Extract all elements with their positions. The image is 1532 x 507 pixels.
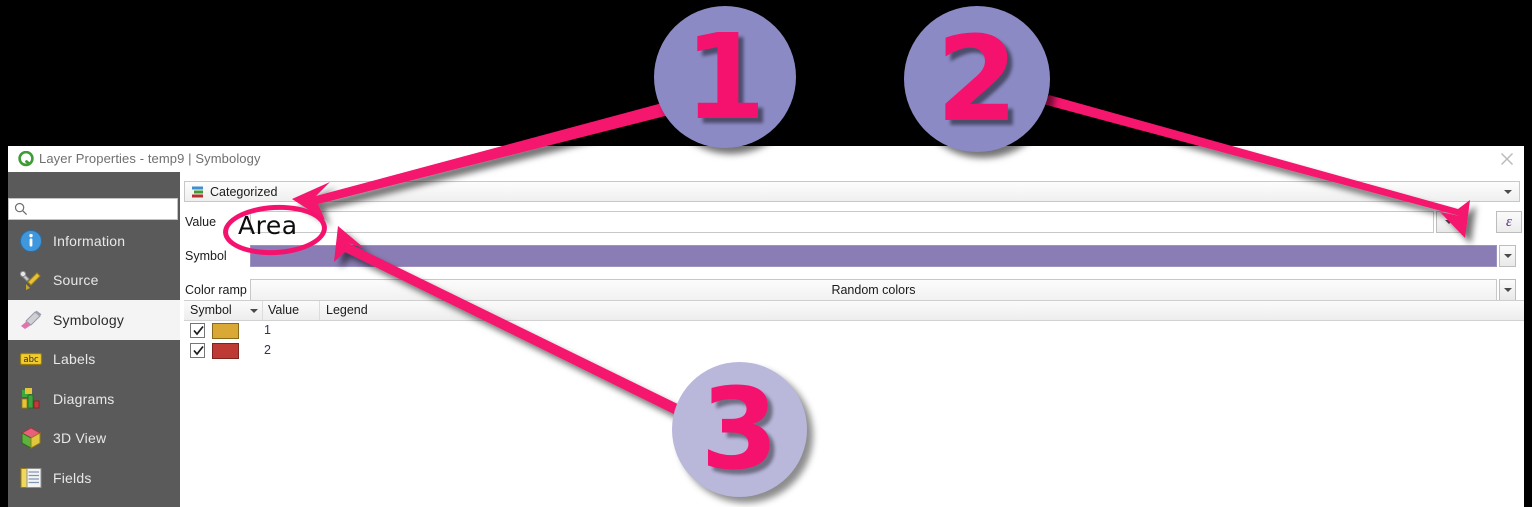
column-header-value[interactable]: Value bbox=[268, 303, 299, 317]
sort-caret-icon[interactable] bbox=[250, 309, 258, 313]
close-icon[interactable] bbox=[1496, 149, 1518, 169]
sidebar-item-label: Information bbox=[53, 232, 126, 249]
row-color-swatch[interactable] bbox=[212, 323, 239, 339]
table-row[interactable]: 2 bbox=[184, 341, 1524, 361]
sidebar-item-label: Fields bbox=[53, 469, 92, 486]
renderer-type-combobox[interactable]: Categorized bbox=[184, 181, 1520, 202]
chevron-down-icon bbox=[1503, 254, 1512, 258]
renderer-type-label: Categorized bbox=[210, 185, 278, 199]
sidebar-item-label: Symbology bbox=[53, 311, 125, 328]
column-header-symbol[interactable]: Symbol bbox=[190, 303, 232, 317]
value-row: Value ε bbox=[180, 211, 1524, 235]
symbology-brush-icon bbox=[18, 307, 44, 333]
table-row[interactable]: 1 bbox=[184, 321, 1524, 341]
sidebar-item-source[interactable]: Source bbox=[8, 261, 180, 301]
symbol-dropdown-button[interactable] bbox=[1499, 245, 1516, 267]
value-label: Value bbox=[185, 215, 217, 229]
column-divider[interactable] bbox=[262, 301, 263, 320]
sidebar-item-diagrams[interactable]: Diagrams bbox=[8, 379, 180, 419]
layer-properties-dialog: Layer Properties - temp9 | Symbology Inf… bbox=[8, 146, 1524, 507]
information-icon bbox=[18, 228, 44, 254]
dialog-titlebar: Layer Properties - temp9 | Symbology bbox=[8, 146, 1524, 172]
labels-abc-icon: abc bbox=[18, 346, 44, 372]
dialog-sidebar: Information Source Symbology abc Labels … bbox=[8, 172, 180, 507]
sidebar-item-label: Diagrams bbox=[53, 390, 115, 407]
symbol-preview-button[interactable] bbox=[250, 245, 1497, 267]
row-checkbox[interactable] bbox=[190, 323, 205, 338]
row-color-swatch[interactable] bbox=[212, 343, 239, 359]
sidebar-search[interactable] bbox=[8, 198, 178, 220]
chevron-down-icon bbox=[1445, 220, 1453, 224]
search-input[interactable] bbox=[31, 201, 175, 220]
chevron-down-icon[interactable] bbox=[1504, 190, 1512, 194]
color-ramp-text: Random colors bbox=[831, 283, 916, 297]
symbol-row: Symbol bbox=[180, 245, 1524, 269]
search-icon bbox=[14, 202, 28, 216]
fields-table-icon bbox=[18, 465, 44, 491]
sidebar-item-3d-view[interactable]: 3D View bbox=[8, 419, 180, 459]
symbol-label: Symbol bbox=[185, 249, 227, 263]
value-field-dropdown-button[interactable] bbox=[1436, 211, 1462, 233]
column-divider[interactable] bbox=[319, 301, 320, 320]
source-icon bbox=[18, 267, 44, 293]
diagrams-chart-icon bbox=[18, 386, 44, 412]
symbology-panel: Categorized Value ε Symbol Color ramp Ra… bbox=[180, 172, 1524, 507]
3d-view-cube-icon bbox=[18, 425, 44, 451]
sidebar-item-information[interactable]: Information bbox=[8, 221, 180, 261]
qgis-q-icon bbox=[18, 151, 34, 167]
row-checkbox[interactable] bbox=[190, 343, 205, 358]
color-ramp-dropdown-button[interactable] bbox=[1499, 279, 1516, 301]
sidebar-nav-list: Information Source Symbology abc Labels … bbox=[8, 221, 180, 507]
row-value: 1 bbox=[264, 323, 271, 337]
sidebar-item-label: 3D View bbox=[53, 430, 107, 447]
dialog-title: Layer Properties - temp9 | Symbology bbox=[39, 151, 261, 166]
column-header-legend[interactable]: Legend bbox=[326, 303, 368, 317]
sidebar-item-label: Labels bbox=[53, 351, 96, 368]
row-value: 2 bbox=[264, 343, 271, 357]
sidebar-item-labels[interactable]: abc Labels bbox=[8, 340, 180, 380]
sidebar-item-attributes-form[interactable]: Attributes Form bbox=[8, 498, 180, 507]
value-expression-button[interactable]: ε bbox=[1496, 211, 1522, 233]
categorized-icon bbox=[192, 186, 203, 198]
svg-text:abc: abc bbox=[23, 355, 39, 365]
sidebar-item-label: Source bbox=[53, 272, 99, 289]
color-ramp-label: Color ramp bbox=[185, 283, 247, 297]
chevron-down-icon bbox=[1503, 288, 1512, 292]
categories-table: Symbol Value Legend 1 2 bbox=[184, 300, 1524, 507]
sidebar-item-symbology[interactable]: Symbology bbox=[8, 300, 180, 340]
sidebar-item-fields[interactable]: Fields bbox=[8, 458, 180, 498]
value-field-combobox[interactable] bbox=[250, 211, 1434, 233]
color-ramp-combobox[interactable]: Random colors bbox=[250, 279, 1497, 301]
categories-table-header: Symbol Value Legend bbox=[184, 301, 1524, 321]
